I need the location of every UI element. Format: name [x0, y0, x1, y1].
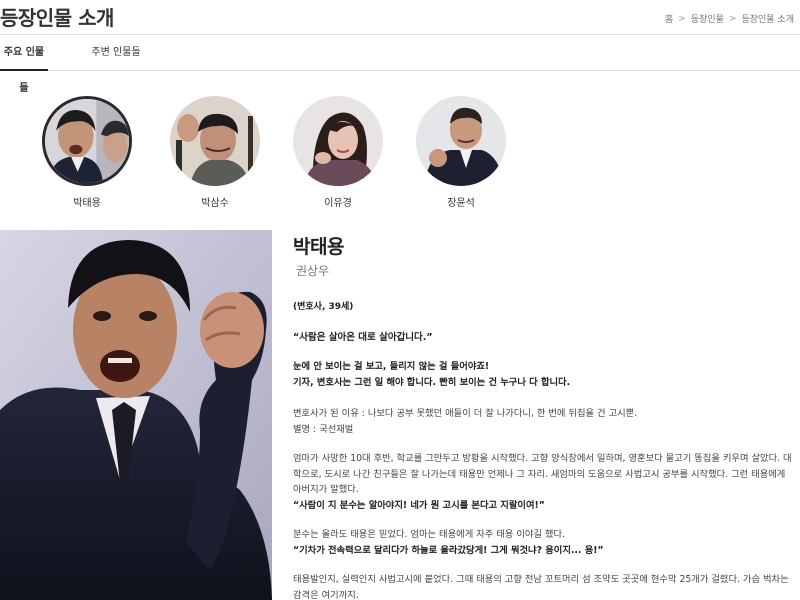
character-detail-name: 박태용	[293, 236, 344, 258]
character-thumb-lee-yugyeong[interactable]: 이유경	[293, 96, 383, 209]
avatar	[42, 96, 132, 186]
bio-paragraph: 엄마가 사망한 10대 후반, 학교를 그만두고 방황을 시작했다. 고향 양식…	[293, 453, 792, 495]
character-thumb-park-taeyong[interactable]: 박태용	[42, 96, 132, 209]
breadcrumb: 홈 > 등장인물 > 등장인물 소개	[665, 12, 794, 26]
tab-supporting-characters[interactable]: 주변 인물들	[88, 35, 144, 71]
bio-quote: “기차가 전속력으로 달리다가 하늘로 올라갔당게! 그게 뭐것냐? 용이지..…	[293, 544, 604, 556]
page-title: 등장인물 소개	[0, 6, 114, 30]
character-thumb-park-samsu[interactable]: 박삼수	[170, 96, 260, 209]
character-name: 이유경	[324, 198, 352, 209]
character-role: (변호사, 39세)	[293, 302, 354, 312]
reason-line: 변호사가 된 이유 : 나보다 공부 못했던 애들이 더 잘 나가다니, 한 번…	[293, 408, 638, 419]
breadcrumb-current: 등장인물 소개	[741, 15, 794, 25]
bio-paragraph: 분수는 올라도 태용은 믿었다. 엄마는 태용에게 자주 태용 이야길 했다.	[293, 529, 565, 540]
bio-paragraph: 태용발인지, 실력인지 사법고시에 붙었다. 그때 태용의 고향 전남 꼬트머리…	[293, 574, 789, 600]
character-name: 박삼수	[201, 198, 229, 209]
tab-main-characters[interactable]: 주요 인물들	[0, 35, 48, 94]
breadcrumb-home[interactable]: 홈	[665, 12, 673, 25]
breadcrumb-separator: >	[728, 13, 737, 24]
breadcrumb-separator: >	[678, 13, 686, 24]
tab-bar: 주요 인물들 주변 인물들	[0, 35, 800, 94]
character-quote: “사람은 살아온 대로 살아갑니다.”	[293, 332, 433, 343]
character-detail: 박태용 권상우 (변호사, 39세) “사람은 살아온 대로 살아갑니다.” 눈…	[293, 232, 793, 600]
highlight-line: 기자, 변호사는 그런 일 해야 합니다. 빤히 보이는 건 누구나 다 합니다…	[293, 376, 571, 388]
character-thumb-jang-yunseok[interactable]: 장윤석	[416, 96, 506, 209]
breadcrumb-characters[interactable]: 등장인물	[691, 12, 724, 25]
nickname-line: 별명 : 국선재벌	[293, 423, 354, 435]
character-name: 박태용	[73, 198, 101, 209]
avatar	[293, 96, 383, 186]
highlight-line: 눈에 안 보이는 걸 보고, 들리지 않는 걸 들어야죠!	[293, 361, 490, 372]
character-photo	[0, 230, 272, 600]
character-name: 장윤석	[447, 198, 475, 209]
avatar	[170, 96, 260, 186]
bio-quote: “사람이 지 분수는 알아야지! 네가 뭔 고시를 본다고 지랄이여!”	[293, 499, 545, 511]
actor-name: 권상우	[296, 264, 330, 278]
avatar	[416, 96, 506, 186]
